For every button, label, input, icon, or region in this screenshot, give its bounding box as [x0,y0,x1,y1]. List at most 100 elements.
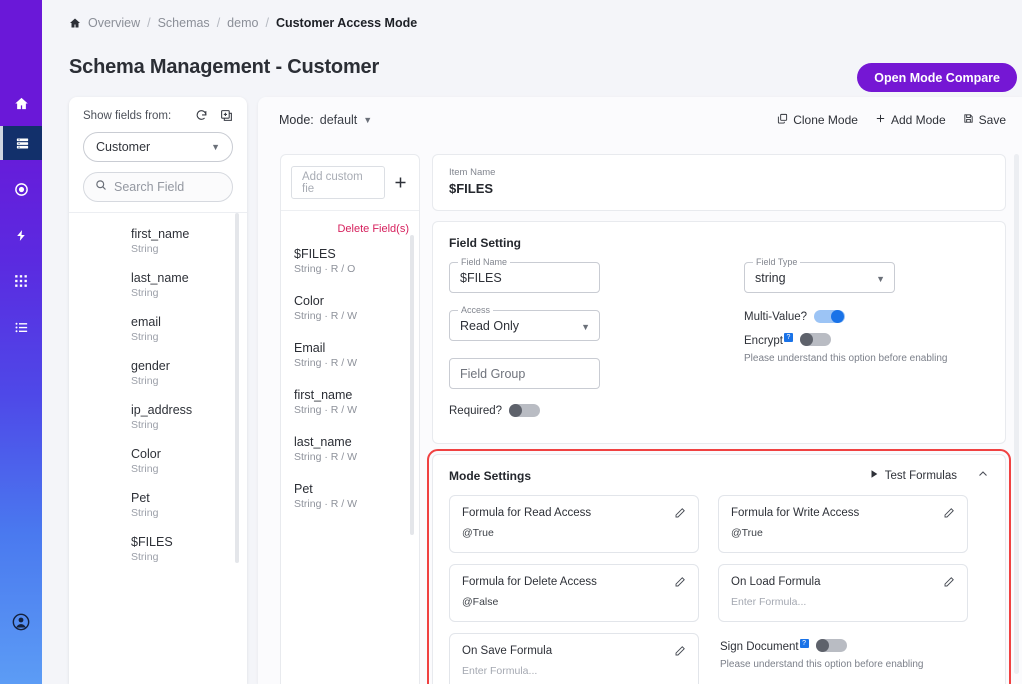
grid-icon [15,275,27,287]
rail-item-grid[interactable] [0,264,42,298]
main-panel-scrollbar[interactable] [1014,154,1019,674]
list-item[interactable]: Color String [69,447,247,491]
item-name-label: Item Name [449,167,496,178]
field-type-select[interactable]: Field Type string ▼ [744,257,895,293]
toggle-knob [831,310,845,323]
pencil-icon[interactable] [943,507,955,519]
list-item[interactable]: $FILES String [69,535,247,579]
list-item[interactable]: Pet String · R / W [281,482,419,529]
list-item[interactable]: Color String · R / W [281,294,419,341]
rail-item-list[interactable] [0,310,42,344]
field-name-input[interactable]: Field Name $FILES [449,257,600,293]
pencil-icon[interactable] [674,507,686,519]
list-item[interactable]: first_name String [69,227,247,271]
breadcrumb-item-demo[interactable]: demo [227,16,258,30]
duplicate-icon[interactable] [220,109,233,122]
field-name: email [131,315,161,329]
list-item[interactable]: email String [69,315,247,359]
on-save-formula-box[interactable]: On Save Formula Enter Formula... [449,633,699,684]
mode-settings-title: Mode Settings [449,468,532,483]
breadcrumb-item-overview[interactable]: Overview [88,16,140,30]
test-formulas-button[interactable]: Test Formulas [869,469,957,482]
field-group-input[interactable]: Field Group [449,358,600,389]
mode-selector[interactable]: Mode: default ▼ [279,113,372,127]
schema-select[interactable]: Customer ▼ [83,132,233,162]
formula-delete-access-box[interactable]: Formula for Delete Access @False [449,564,699,622]
encrypt-toggle[interactable] [800,333,831,347]
field-type: String [131,507,159,519]
home-icon[interactable] [69,17,81,29]
mode-field-list: $FILES String · R / O Color String · R /… [281,235,419,535]
clone-mode-label: Clone Mode [793,113,858,127]
delete-fields-link[interactable]: Delete Field(s) [281,211,419,235]
search-input[interactable] [114,180,221,194]
field-meta: String · R / W [294,310,358,322]
field-name-value: $FILES [460,270,502,285]
mode-settings-collapse-button[interactable] [977,468,989,483]
access-select[interactable]: Access Read Only ▼ [449,305,600,341]
save-button[interactable]: Save [963,113,1006,127]
home-icon [14,97,28,109]
field-name: first_name [294,388,353,402]
mode-field-column: Add custom fie Delete Field(s) $FILES St… [280,154,420,684]
multi-value-label: Multi-Value? [744,310,808,323]
plus-icon [875,113,886,127]
field-type: String [131,287,159,299]
app-root: Overview / Schemas / demo / Customer Acc… [0,0,1022,684]
required-toggle-row: Required? [449,404,719,417]
toggle-knob [509,404,523,417]
add-custom-field-input[interactable]: Add custom fie [291,166,385,199]
mode-action-group: Clone Mode Add Mode Save [777,113,1006,127]
sign-document-label: Sign Document [720,640,799,653]
formula-write-access-value: @True [731,527,763,539]
add-field-button[interactable] [391,174,409,192]
help-icon[interactable]: ? [799,639,809,648]
formula-read-access-box[interactable]: Formula for Read Access @True [449,495,699,553]
refresh-icon[interactable] [195,109,208,122]
field-type-legend: Field Type [753,257,801,267]
list-item[interactable]: ip_address String [69,403,247,447]
rail-item-home[interactable] [0,86,42,120]
field-name: Color [294,294,324,308]
page-title: Schema Management - Customer [69,56,380,78]
field-name: Color [131,447,161,461]
rail-item-actions[interactable] [0,218,42,252]
list-item[interactable]: Email String · R / W [281,341,419,388]
chevron-down-icon: ▼ [363,115,373,125]
multi-value-toggle[interactable] [814,310,846,323]
search-field-container[interactable] [83,172,233,202]
field-name: Pet [131,491,150,505]
clone-mode-button[interactable]: Clone Mode [777,113,858,127]
list-item[interactable]: last_name String [69,271,247,315]
chevron-down-icon: ▼ [876,274,885,284]
mode-field-list-scrollbar[interactable] [410,235,414,535]
list-item[interactable]: first_name String · R / W [281,388,419,435]
account-avatar[interactable] [0,605,42,639]
list-item[interactable]: Pet String [69,491,247,535]
formula-grid: Formula for Read Access @True Formula fo… [449,495,989,684]
required-toggle[interactable] [509,404,541,417]
breadcrumb-item-schemas[interactable]: Schemas [158,16,210,30]
pencil-icon[interactable] [674,645,686,657]
breadcrumb-item-current: Customer Access Mode [275,16,418,30]
list-item[interactable]: gender String [69,359,247,403]
rail-item-schemas[interactable] [0,126,42,160]
copy-icon [777,113,788,127]
open-mode-compare-button[interactable]: Open Mode Compare [857,63,1017,92]
rail-item-target[interactable] [0,172,42,206]
schema-field-list-scrollbar[interactable] [235,213,239,563]
save-icon [963,113,974,127]
list-item[interactable]: $FILES String · R / O [281,247,419,294]
help-icon[interactable]: ? [784,333,793,342]
on-load-formula-box[interactable]: On Load Formula Enter Formula... [718,564,968,622]
page-header: Overview / Schemas / demo / Customer Acc… [42,0,1022,96]
pencil-icon[interactable] [674,576,686,588]
formula-write-access-box[interactable]: Formula for Write Access @True [718,495,968,553]
list-item[interactable]: last_name String · R / W [281,435,419,482]
sign-document-toggle[interactable] [815,639,847,653]
database-icon [16,138,29,148]
rail-icon-list [0,86,42,344]
add-mode-button[interactable]: Add Mode [875,113,946,127]
pencil-icon[interactable] [943,576,955,588]
mode-value: default [319,113,358,127]
